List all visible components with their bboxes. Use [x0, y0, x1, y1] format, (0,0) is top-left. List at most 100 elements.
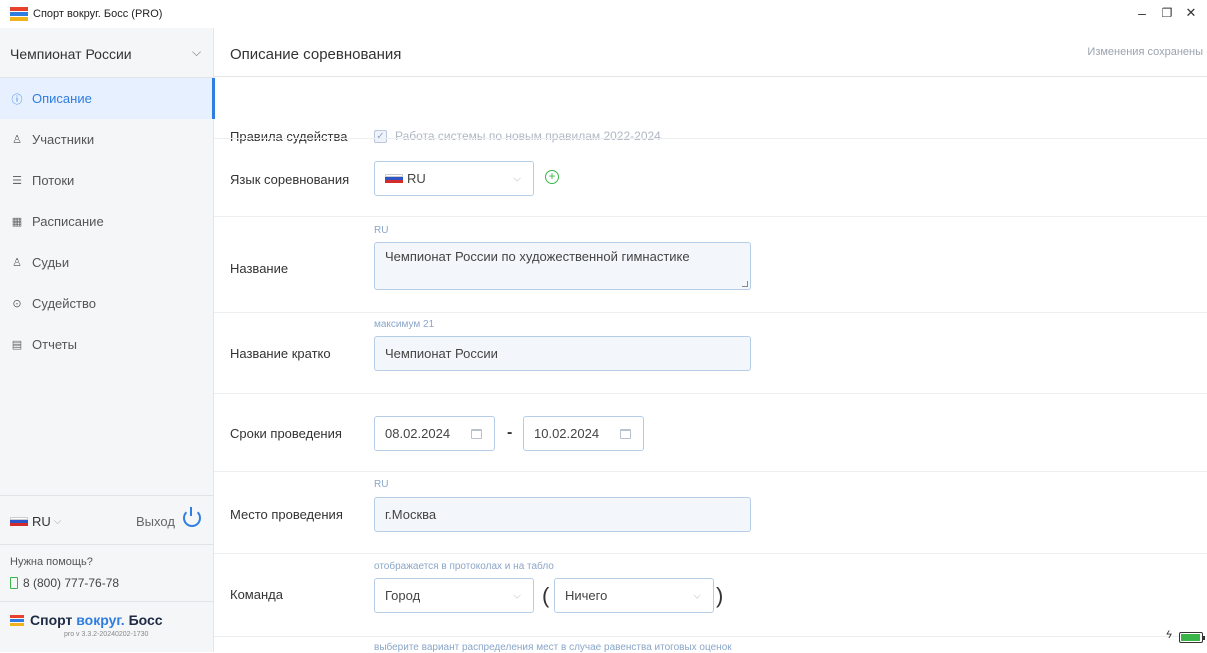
team-secondary-select[interactable]: Ничего ⌵	[554, 578, 714, 613]
divider	[214, 393, 1207, 394]
chevron-down-icon: ⌵	[513, 590, 521, 601]
name-textarea[interactable]: Чемпионат России по художественной гимна…	[374, 242, 751, 290]
divider	[214, 636, 1207, 637]
divider	[214, 471, 1207, 472]
sidebar-item-label: Описание	[32, 91, 92, 106]
competition-selector[interactable]: Чемпионат России ⌵	[0, 28, 213, 78]
sidebar-item-label: Судейство	[32, 296, 96, 311]
chevron-down-icon: ⌵	[693, 590, 701, 601]
rules-checkbox[interactable]: ✓	[374, 130, 387, 143]
language-select[interactable]: RU ⌵	[374, 161, 534, 196]
help-phone[interactable]: 8 (800) 777-76-78	[10, 576, 119, 590]
phone-icon	[10, 577, 18, 589]
exit-label[interactable]: Выход	[136, 514, 175, 529]
judges-icon: ♙	[12, 257, 22, 269]
calendar-icon	[471, 428, 482, 439]
brand-logo-icon	[10, 615, 24, 627]
sidebar: Чемпионат России ⌵ ⓘ Описание ♙ Участник…	[0, 28, 215, 652]
app-logo-icon	[10, 7, 28, 21]
window-title: Спорт вокруг. Босс (PRO)	[33, 8, 163, 20]
divider	[214, 553, 1207, 554]
language-exit-bar: RU ⌵ Выход	[0, 495, 213, 545]
rules-checkbox-label: Работа системы по новым правилам 2022-20…	[395, 129, 661, 143]
divider	[214, 76, 1207, 77]
info-icon: ⓘ	[11, 93, 23, 106]
sidebar-item-label: Судьи	[32, 255, 70, 270]
sidebar-item-reports[interactable]: ▤ Отчеты	[0, 324, 214, 365]
close-paren: )	[716, 583, 724, 608]
list-icon: ☰	[12, 175, 22, 187]
team-secondary-value: Ничего	[565, 588, 608, 603]
sidebar-item-label: Отчеты	[32, 337, 77, 352]
name-label: Название	[230, 261, 289, 276]
sidebar-item-description[interactable]: ⓘ Описание	[0, 78, 215, 119]
phone-number: 8 (800) 777-76-78	[23, 576, 120, 590]
open-paren: (	[542, 583, 550, 608]
participants-icon: ♙	[12, 134, 22, 146]
resize-handle-icon[interactable]	[742, 281, 748, 287]
language-value: RU	[32, 514, 51, 529]
end-date-picker[interactable]: 10.02.2024	[523, 416, 644, 451]
maximize-button[interactable]: ❐	[1157, 6, 1177, 20]
venue-hint: RU	[374, 479, 389, 490]
language-selector[interactable]: RU ⌵	[10, 514, 61, 529]
russia-flag-icon	[10, 516, 28, 527]
main-content: Описание соревнования Изменения сохранен…	[214, 28, 1207, 653]
brand-name: Спорт вокруг. Босс	[30, 612, 163, 628]
play-circle-icon: ⊙	[12, 298, 22, 310]
sidebar-item-label: Расписание	[32, 214, 104, 229]
name-hint: RU	[374, 225, 389, 236]
end-date-value: 10.02.2024	[534, 426, 600, 441]
page-title: Описание соревнования	[230, 46, 402, 63]
dates-label: Сроки проведения	[230, 426, 342, 441]
help-question: Нужна помощь?	[10, 556, 93, 568]
power-icon[interactable]	[183, 507, 201, 527]
short-name-input[interactable]: Чемпионат России	[374, 336, 751, 371]
add-language-icon[interactable]: +	[545, 170, 559, 184]
venue-value: г.Москва	[385, 507, 437, 522]
chevron-down-icon: ⌵	[192, 45, 202, 59]
sidebar-item-label: Потоки	[32, 173, 75, 188]
name-value: Чемпионат России по художественной гимна…	[385, 249, 690, 264]
sidebar-item-streams[interactable]: ☰ Потоки	[0, 160, 214, 201]
close-button[interactable]: ✕	[1181, 5, 1201, 21]
competition-name: Чемпионат России	[10, 46, 132, 62]
short-name-hint: максимум 21	[374, 319, 435, 330]
divider	[214, 138, 1207, 139]
team-primary-value: Город	[385, 588, 421, 603]
venue-label: Место проведения	[230, 507, 343, 522]
title-bar: Спорт вокруг. Босс (PRO) – ❐ ✕	[0, 0, 1207, 28]
charging-icon: ϟ	[1166, 629, 1172, 641]
date-separator: -	[507, 424, 513, 441]
battery-icon	[1179, 632, 1205, 643]
tie-hint: выберите вариант распределения мест в сл…	[374, 642, 732, 653]
language-select-value: RU	[407, 171, 426, 186]
document-icon: ▤	[11, 339, 23, 351]
chevron-down-icon: ⌵	[53, 516, 62, 527]
sidebar-nav: ⓘ Описание ♙ Участники ☰ Потоки ▦ Распис…	[0, 78, 215, 365]
language-label: Язык соревнования	[230, 172, 350, 187]
start-date-picker[interactable]: 08.02.2024	[374, 416, 495, 451]
team-hint: отображается в протоколах и на табло	[374, 561, 554, 572]
version-text: pro v 3.3.2-20240202-1730	[64, 631, 149, 638]
short-name-label: Название кратко	[230, 346, 331, 361]
team-label: Команда	[230, 587, 283, 602]
help-block: Нужна помощь? 8 (800) 777-76-78	[0, 546, 213, 602]
rules-label: Правила судейства	[230, 129, 348, 144]
sidebar-item-judges[interactable]: ♙ Судьи	[0, 242, 214, 283]
venue-input[interactable]: г.Москва	[374, 497, 751, 532]
team-primary-select[interactable]: Город ⌵	[374, 578, 534, 613]
start-date-value: 08.02.2024	[385, 426, 451, 441]
calendar-icon	[620, 428, 631, 439]
divider	[214, 312, 1207, 313]
minimize-button[interactable]: –	[1132, 5, 1152, 21]
calendar-icon: ▦	[11, 216, 23, 228]
short-name-value: Чемпионат России	[385, 346, 498, 361]
russia-flag-icon	[385, 173, 403, 184]
divider	[214, 216, 1207, 217]
sidebar-item-participants[interactable]: ♙ Участники	[0, 119, 214, 160]
save-status: Изменения сохранены	[1087, 46, 1203, 58]
sidebar-item-schedule[interactable]: ▦ Расписание	[0, 201, 214, 242]
sidebar-item-label: Участники	[32, 132, 95, 147]
sidebar-item-judging[interactable]: ⊙ Судейство	[0, 283, 214, 324]
